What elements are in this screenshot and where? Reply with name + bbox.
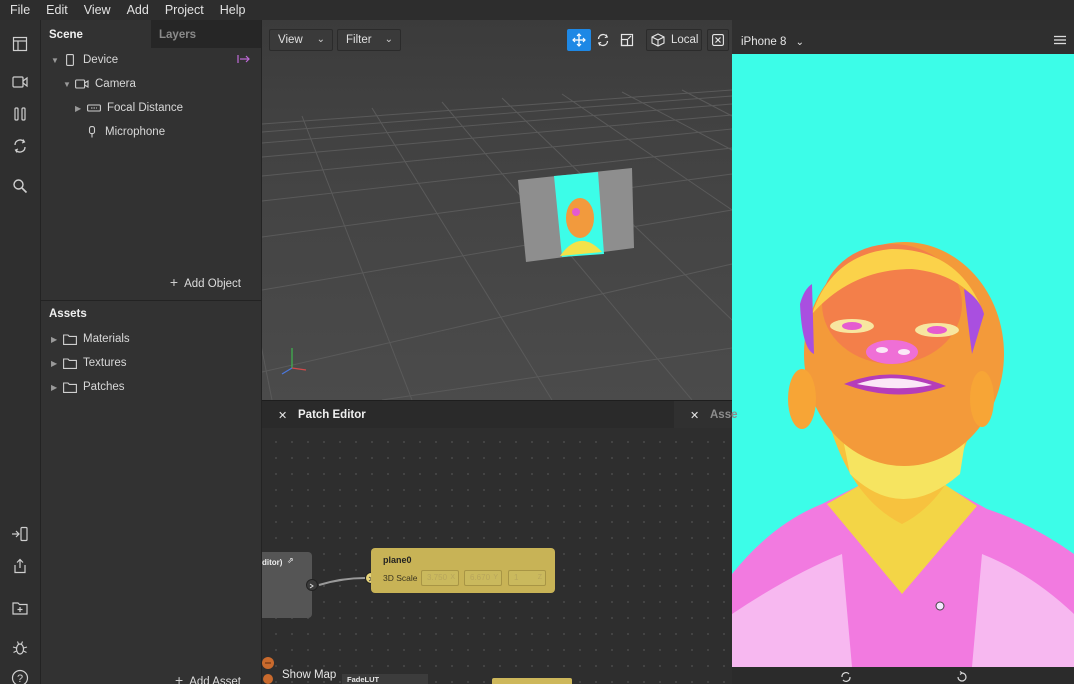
patch-group-tab[interactable]: FadeLUT (342, 674, 428, 684)
scale-z-field[interactable]: 1Z (508, 570, 546, 586)
tree-item-label: Focal Distance (107, 102, 184, 114)
menu-bar: File Edit View Add Project Help (0, 0, 1074, 20)
patch-node-orange[interactable] (262, 654, 274, 684)
expand-caret-icon[interactable]: ▼ (63, 80, 73, 89)
menu-view[interactable]: View (76, 0, 119, 20)
columns-icon[interactable] (8, 102, 32, 126)
tree-item-microphone[interactable]: Microphone (73, 122, 165, 142)
external-link-icon: ⇗ (287, 556, 294, 565)
microphone-icon (83, 126, 101, 138)
show-map-button[interactable]: Show Map (282, 669, 336, 681)
chevron-down-icon: ⌄ (316, 34, 325, 45)
search-icon[interactable] (8, 174, 32, 198)
assets-panel: Assets ▶ Materials ▶ Textures ▶ Patches … (41, 300, 262, 684)
device-link-indicator-icon (237, 54, 251, 67)
rotate-device-icon[interactable] (840, 671, 852, 684)
device-icon (61, 54, 79, 66)
restart-icon[interactable] (956, 671, 968, 684)
folder-icon (61, 381, 79, 393)
tree-item-label: Microphone (105, 126, 166, 138)
scale-tool-button[interactable] (615, 29, 639, 51)
asset-folder-patches[interactable]: ▶ Patches (51, 377, 125, 397)
help-icon[interactable]: ? (8, 666, 32, 684)
scale-y-field[interactable]: 6.670 Y (464, 570, 502, 586)
rotate-tool-button[interactable] (591, 29, 615, 51)
scene-tab-row: Scene Layers (41, 20, 261, 48)
asset-folder-materials[interactable]: ▶ Materials (51, 329, 130, 349)
sync-icon[interactable] (8, 134, 32, 158)
tool-rail: ? (0, 20, 41, 684)
patch-node-source[interactable]: ditor) ⇗ (262, 552, 312, 618)
cube-icon (651, 33, 665, 47)
device-selector[interactable]: iPhone 8 ⌄ (741, 36, 804, 48)
move-tool-button[interactable] (567, 29, 591, 51)
output-port[interactable] (306, 579, 318, 591)
camera-icon[interactable] (8, 70, 32, 94)
close-tab-icon[interactable]: ✕ (278, 409, 287, 422)
expand-caret-icon[interactable]: ▶ (51, 383, 61, 392)
simulator-preview[interactable] (732, 54, 1074, 667)
view-dropdown[interactable]: View ⌄ (269, 29, 333, 51)
expand-caret-icon[interactable]: ▼ (51, 56, 61, 65)
menu-project[interactable]: Project (157, 0, 212, 20)
layout-icon[interactable] (8, 32, 32, 56)
menu-edit[interactable]: Edit (38, 0, 76, 20)
tree-item-camera[interactable]: ▼ Camera (63, 74, 136, 94)
plus-icon: + (169, 274, 179, 290)
close-preview-button[interactable] (707, 29, 729, 51)
tree-item-focal-distance[interactable]: ▶ Focal Distance (75, 98, 183, 118)
add-folder-icon[interactable] (8, 596, 32, 620)
rotate-icon (597, 33, 609, 47)
tab-scene[interactable]: Scene (41, 20, 151, 48)
tree-item-device[interactable]: ▼ Device (51, 50, 118, 70)
tab-assets-editor[interactable]: ✕ Asse (674, 401, 738, 429)
tree-item-label: Device (83, 54, 119, 66)
scale-icon (620, 33, 634, 47)
scene-viewport[interactable]: View ⌄ Filter ⌄ Local (262, 20, 732, 400)
move-icon (572, 33, 586, 47)
expand-caret-icon[interactable]: ▶ (51, 335, 61, 344)
close-box-icon (712, 34, 724, 46)
local-space-button[interactable]: Local (646, 29, 702, 51)
camera-feed-image (732, 242, 1074, 667)
viewport-grid (262, 89, 732, 400)
hamburger-menu-icon[interactable] (1054, 34, 1066, 48)
expand-caret-icon[interactable]: ▶ (51, 359, 61, 368)
patch-editor-canvas[interactable]: ditor) ⇗ plane0 3D Scale 3.750 X 6.670 Y 1… (262, 428, 732, 684)
folder-icon (61, 333, 79, 345)
tree-item-label: Camera (95, 78, 136, 90)
menu-help[interactable]: Help (212, 0, 254, 20)
expand-caret-icon[interactable]: ▶ (75, 104, 85, 113)
device-link-icon[interactable] (8, 522, 32, 546)
viewport-toolbar: View ⌄ Filter ⌄ Local (262, 20, 732, 52)
simulator-toolbar: iPhone 8 ⌄ (732, 20, 1074, 54)
bug-icon[interactable] (8, 636, 32, 660)
patch-editor-header: ✕ Patch Editor ✕ Asse (262, 400, 738, 429)
focal-distance-icon (85, 104, 103, 112)
property-label: 3D Scale (383, 573, 418, 583)
simulator-footer (732, 667, 1074, 684)
patch-node-partial[interactable] (492, 678, 572, 684)
chevron-down-icon: ⌄ (795, 37, 804, 48)
filter-dropdown[interactable]: Filter ⌄ (337, 29, 401, 51)
folder-icon (61, 357, 79, 369)
close-tab-icon[interactable]: ✕ (690, 409, 699, 422)
scene-panel: Scene Layers ▼ Device ▼ Camera ▶ Focal D… (41, 20, 262, 300)
share-icon[interactable] (8, 554, 32, 578)
assets-title: Assets (49, 308, 87, 320)
camera-icon (73, 79, 91, 89)
scale-x-field[interactable]: 3.750 X (421, 570, 459, 586)
add-object-button[interactable]: + Add Object (170, 274, 241, 290)
plus-icon: + (175, 672, 184, 684)
chevron-down-icon: ⌄ (384, 34, 393, 45)
tab-layers[interactable]: Layers (151, 20, 261, 48)
add-asset-button[interactable]: + Add Asset (175, 672, 241, 684)
menu-file[interactable]: File (0, 0, 38, 20)
patch-editor-title: Patch Editor (298, 409, 366, 421)
svg-text:?: ? (17, 673, 23, 684)
menu-add[interactable]: Add (119, 0, 157, 20)
asset-folder-textures[interactable]: ▶ Textures (51, 353, 126, 373)
patch-node-plane0[interactable]: plane0 3D Scale 3.750 X 6.670 Y 1Z (371, 548, 555, 593)
